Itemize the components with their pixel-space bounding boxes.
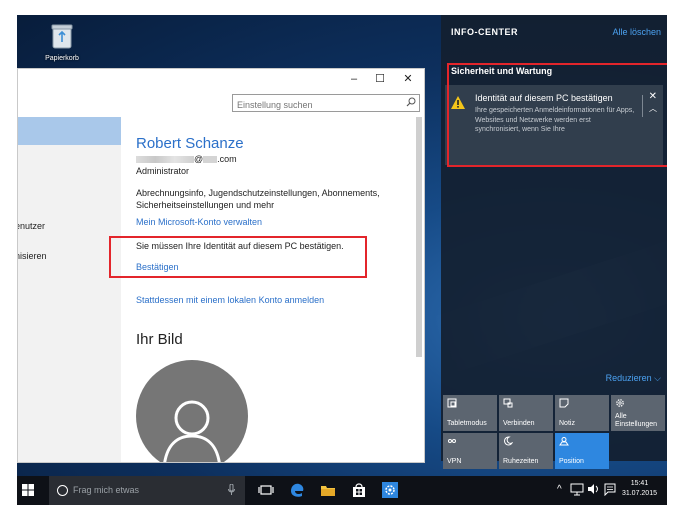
tile-label: VPN <box>447 458 462 465</box>
email-redacted <box>136 156 194 164</box>
store-icon[interactable] <box>350 481 368 499</box>
settings-app-icon[interactable] <box>381 481 399 499</box>
manage-account-link[interactable]: Mein Microsoft-Konto verwalten <box>136 217 262 227</box>
nav-item-sync[interactable]: nisieren <box>18 251 47 261</box>
tile-location[interactable]: Position <box>555 433 609 469</box>
microphone-icon[interactable] <box>228 484 235 496</box>
minimize-button[interactable]: – <box>344 71 364 87</box>
cortana-icon <box>57 485 68 496</box>
network-icon[interactable] <box>570 482 584 496</box>
account-email: @ .com <box>136 154 237 164</box>
billing-info-text: Abrechnungsinfo, Jugendschutzeinstellung… <box>136 188 380 210</box>
tile-label: Notiz <box>559 420 575 427</box>
settings-search[interactable] <box>232 94 420 112</box>
tile-quiet-hours[interactable]: Ruhezeiten <box>499 433 553 469</box>
picture-heading: Ihr Bild <box>136 331 183 348</box>
reduce-label: Reduzieren <box>605 373 652 383</box>
local-account-link[interactable]: Stattdessen mit einem lokalen Konto anme… <box>136 295 324 305</box>
maximize-button[interactable]: ☐ <box>370 71 390 87</box>
tile-label: Ruhezeiten <box>503 458 539 465</box>
tile-connect[interactable]: Verbinden <box>499 395 553 431</box>
chevron-up-icon[interactable]: ^ <box>557 484 562 495</box>
note-icon <box>559 398 569 408</box>
highlight-verify-box <box>109 236 367 278</box>
clock-time: 15:41 <box>630 480 649 487</box>
nav-item-users[interactable]: enutzer <box>18 221 45 231</box>
recycle-bin-label: Papierkorb <box>45 55 79 62</box>
clock-date: 31.07.2015 <box>621 490 657 497</box>
clear-all-link[interactable]: Alle löschen <box>612 27 661 37</box>
account-role: Administrator <box>136 166 190 176</box>
desktop: Papierkorb – ☐ ✕ enutzer nisieren Robert… <box>17 15 667 505</box>
volume-icon[interactable] <box>586 482 600 496</box>
tile-label: Tabletmodus <box>447 420 487 427</box>
search-icon <box>406 97 416 107</box>
tile-tablet-mode[interactable]: Tabletmodus <box>443 395 497 431</box>
windows-start-icon[interactable] <box>22 484 34 496</box>
tile-label: Alle Einstellungen <box>615 413 658 428</box>
user-icon <box>163 400 221 462</box>
vpn-icon <box>448 439 456 443</box>
recycle-bin[interactable]: Papierkorb <box>37 21 97 71</box>
tile-label: Verbinden <box>503 420 535 427</box>
action-center: INFO-CENTER Alle löschen Sicherheit und … <box>441 15 667 469</box>
moon-icon <box>504 436 513 446</box>
cortana-placeholder: Frag mich etwas <box>73 485 140 495</box>
close-button[interactable]: ✕ <box>398 71 418 87</box>
file-explorer-icon[interactable] <box>319 481 337 499</box>
settings-search-input[interactable] <box>233 98 397 112</box>
scrollbar[interactable] <box>416 117 422 357</box>
tile-label: Position <box>559 458 584 465</box>
location-icon <box>559 437 569 446</box>
tile-all-settings[interactable]: Alle Einstellungen <box>611 395 665 431</box>
taskbar: Frag mich etwas ^ 15:41 31.07.2015 <box>17 476 667 505</box>
tile-vpn[interactable]: VPN <box>443 433 497 469</box>
chevron-down-icon: ⌵ <box>654 373 661 383</box>
cortana-search-box[interactable]: Frag mich etwas <box>49 476 245 505</box>
reduce-link[interactable]: Reduzieren ⌵ <box>606 373 661 384</box>
highlight-notification-box <box>447 63 667 167</box>
title-bar: – ☐ ✕ <box>18 69 424 89</box>
gear-icon <box>616 399 624 407</box>
action-center-icon[interactable] <box>603 482 617 496</box>
clock[interactable]: 15:41 31.07.2015 <box>622 479 657 499</box>
settings-window: – ☐ ✕ enutzer nisieren Robert Schanze @.… <box>17 68 425 463</box>
recycle-bin-icon <box>51 24 73 49</box>
connect-icon <box>503 398 513 408</box>
nav-item-selected[interactable] <box>18 117 121 145</box>
email-redacted-domain <box>203 156 218 164</box>
tablet-icon <box>447 398 457 408</box>
task-view-icon[interactable] <box>257 481 275 499</box>
tile-note[interactable]: Notiz <box>555 395 609 431</box>
action-center-title: INFO-CENTER <box>451 27 518 37</box>
avatar <box>136 360 248 462</box>
email-at: @ <box>194 154 204 164</box>
edge-browser-icon[interactable] <box>288 481 306 499</box>
email-domain: .com <box>217 154 237 164</box>
settings-nav: enutzer nisieren <box>18 117 121 462</box>
account-name: Robert Schanze <box>136 135 244 152</box>
